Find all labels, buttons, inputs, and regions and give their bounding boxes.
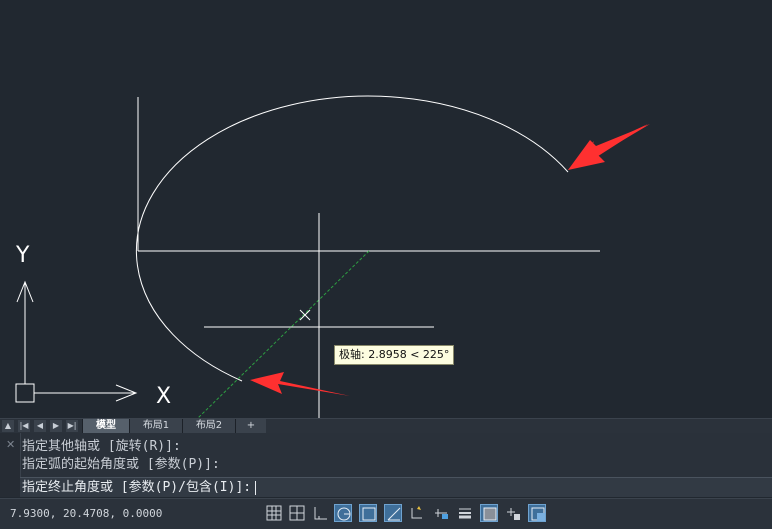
- command-gutter: ✕: [0, 433, 21, 497]
- next-tab-icon[interactable]: ▶: [50, 420, 62, 432]
- drawing-viewport[interactable]: Y X 极轴: 2.8958 < 225°: [0, 0, 772, 418]
- grid-icon[interactable]: [288, 504, 306, 522]
- tab-model[interactable]: 模型: [82, 419, 129, 433]
- layout-tab-bar: ▲ |◀ ◀ ▶ ▶| 模型 布局1 布局2 +: [0, 418, 772, 433]
- polar-tracking-line: [197, 250, 370, 418]
- ucs-y-label: Y: [15, 243, 30, 268]
- transparency-icon[interactable]: [480, 504, 498, 522]
- text-caret: [255, 480, 257, 495]
- elliptical-arc[interactable]: [135, 95, 569, 382]
- ucs-x-label: X: [156, 384, 171, 409]
- polar-tooltip: 极轴: 2.8958 < 225°: [334, 345, 455, 365]
- lineweight-icon[interactable]: [456, 504, 474, 522]
- model-space-grid-icon[interactable]: [265, 504, 283, 522]
- command-history-line: 指定弧的起始角度或 [参数(P)]:: [22, 457, 220, 472]
- ucs-icon: [15, 280, 138, 403]
- command-prompt: 指定终止角度或 [参数(P)/包含(I)]:: [22, 480, 252, 495]
- dynamic-input-icon[interactable]: [432, 504, 450, 522]
- status-bar: 7.9300, 20.4708, 0.0000: [0, 498, 772, 529]
- crosshair-cursor: [204, 213, 434, 418]
- ortho-icon[interactable]: [311, 504, 329, 522]
- command-input[interactable]: 指定终止角度或 [参数(P)/包含(I)]:: [20, 477, 772, 497]
- close-icon[interactable]: ✕: [6, 438, 15, 451]
- tab-menu-icon[interactable]: ▲: [2, 420, 14, 432]
- add-layout-tab[interactable]: +: [235, 419, 266, 433]
- tab-layout1[interactable]: 布局1: [129, 419, 182, 433]
- prev-tab-icon[interactable]: ◀: [34, 420, 46, 432]
- dynamic-ucs-icon[interactable]: [408, 504, 426, 522]
- coordinate-readout: 7.9300, 20.4708, 0.0000: [10, 507, 163, 520]
- command-window: ✕ 指定其他轴或 [旋转(R)]: 指定弧的起始角度或 [参数(P)]: 指定终…: [0, 433, 772, 497]
- polar-tracking-icon[interactable]: [334, 504, 352, 522]
- red-arrow-icon: [250, 372, 350, 396]
- object-snap-icon[interactable]: [359, 504, 377, 522]
- selection-cycling-icon[interactable]: [504, 504, 522, 522]
- red-arrow-icon: [568, 124, 650, 170]
- annotation-monitor-icon[interactable]: [528, 504, 546, 522]
- snap-marker-icon: [299, 309, 311, 321]
- isometric-icon[interactable]: [384, 504, 402, 522]
- command-history-line: 指定其他轴或 [旋转(R)]:: [22, 439, 181, 454]
- first-tab-icon[interactable]: |◀: [18, 420, 30, 432]
- tab-layout2[interactable]: 布局2: [182, 419, 235, 433]
- last-tab-icon[interactable]: ▶|: [66, 420, 78, 432]
